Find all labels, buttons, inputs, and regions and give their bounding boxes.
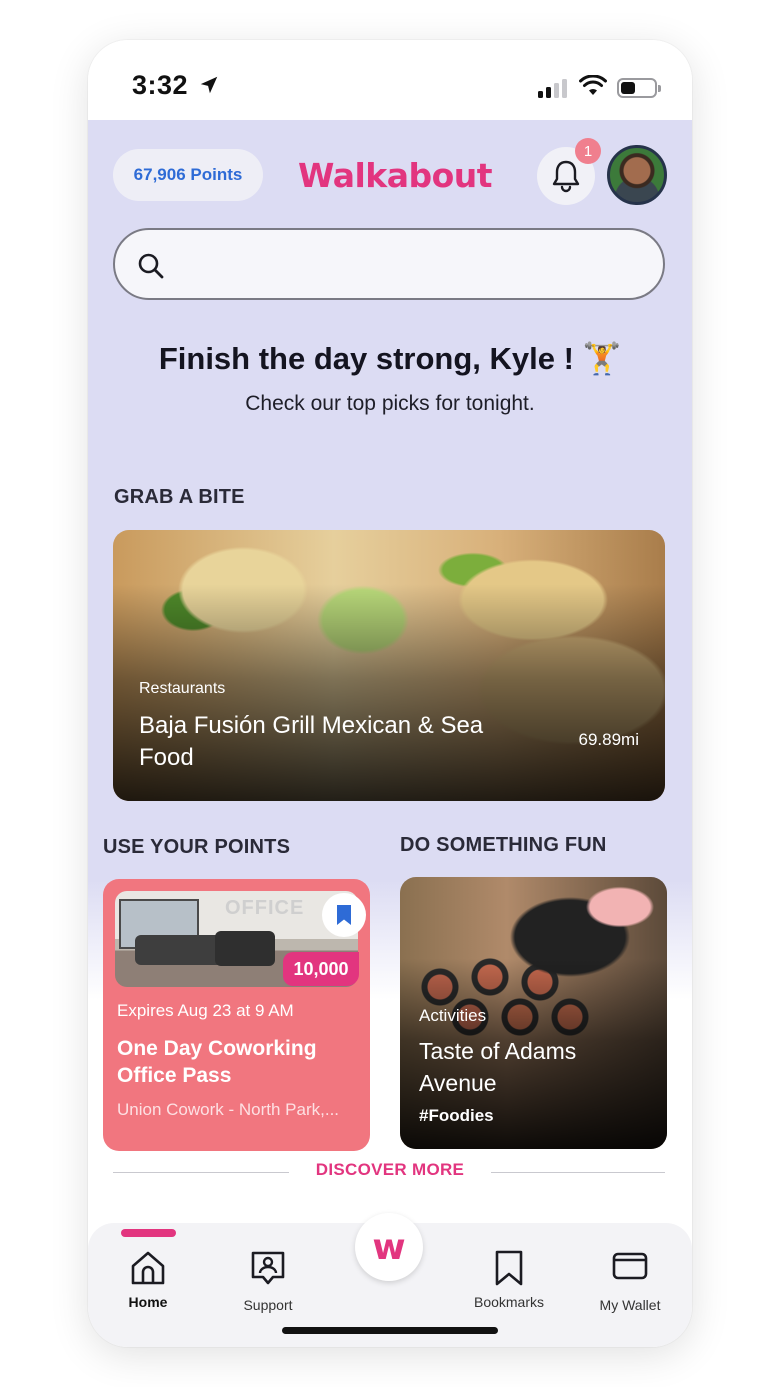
- greeting-title: Finish the day strong, Kyle ! 🏋: [158, 341, 622, 376]
- status-time: 3:32: [132, 70, 189, 100]
- notification-badge: 1: [575, 138, 601, 164]
- location-arrow-icon: [200, 76, 218, 94]
- section-title-do-something-fun: DO SOMETHING FUN: [400, 834, 607, 856]
- home-indicator: [282, 1327, 498, 1334]
- card-distance: 69.89mi: [578, 730, 639, 749]
- nav-label-bookmarks: Bookmarks: [473, 1294, 545, 1310]
- reward-expiry: Expires Aug 23 at 9 AM: [117, 1001, 294, 1020]
- greeting-subtitle: Check our top picks for tonight.: [245, 392, 535, 415]
- nav-bookmarks[interactable]: Bookmarks: [459, 1223, 559, 1323]
- reward-location: Union Cowork - North Park,...: [117, 1100, 340, 1119]
- nav-support[interactable]: Support: [218, 1223, 318, 1323]
- card-tag: #Foodies: [419, 1106, 494, 1125]
- points-cost-badge: 10,000: [283, 952, 359, 986]
- nav-home[interactable]: Home: [98, 1223, 198, 1323]
- walkabout-home-button[interactable]: w: [355, 1213, 423, 1281]
- nav-label-home: Home: [128, 1294, 168, 1310]
- bookmark-icon: [495, 1250, 523, 1286]
- battery-icon: [617, 78, 661, 98]
- divider-right: [491, 1172, 665, 1173]
- reward-image-sign: OFFICE: [225, 897, 305, 919]
- section-title-grab-a-bite: GRAB A BITE: [114, 486, 245, 508]
- points-balance[interactable]: 67,906 Points: [113, 149, 263, 201]
- discover-more-link[interactable]: DISCOVER MORE: [88, 1160, 692, 1180]
- walkabout-logo-icon: w: [372, 1226, 406, 1268]
- avatar[interactable]: [607, 145, 667, 205]
- home-screen: 67,906 Points Walkabout 1 Finish the day…: [88, 120, 692, 1270]
- search-icon: [138, 253, 164, 279]
- bookmark-icon: [337, 905, 351, 925]
- support-icon: [251, 1251, 285, 1285]
- search-input[interactable]: [113, 228, 665, 300]
- cellular-signal-icon: [538, 78, 567, 98]
- nav-label-support: Support: [243, 1297, 293, 1313]
- brand-logo: Walkabout: [298, 156, 493, 195]
- reward-card[interactable]: OFFICE 10,000 Expires Aug 23 at 9 AM One…: [103, 879, 370, 1151]
- card-category: Restaurants: [139, 680, 226, 697]
- card-category: Activities: [419, 1006, 487, 1025]
- bookmark-toggle-button[interactable]: [322, 893, 366, 937]
- bell-icon: [552, 160, 580, 193]
- home-icon: [131, 1251, 165, 1285]
- card-title: Baja Fusión Grill Mexican & Sea Food: [139, 712, 484, 771]
- nav-label-wallet: My Wallet: [599, 1297, 661, 1313]
- wallet-icon: [612, 1252, 648, 1280]
- nav-wallet[interactable]: My Wallet: [580, 1223, 680, 1323]
- wifi-icon: [579, 75, 607, 95]
- section-title-use-your-points: USE YOUR POINTS: [103, 836, 291, 858]
- activity-card[interactable]: Activities Taste of Adams Avenue #Foodie…: [400, 877, 667, 1149]
- restaurant-card[interactable]: Restaurants Baja Fusión Grill Mexican & …: [113, 530, 665, 801]
- phone-frame: 3:32 67,906 Points Walkabout 1 Finish th…: [88, 40, 692, 1347]
- card-title: Taste of Adams Avenue: [419, 1038, 577, 1096]
- reward-title: One Day Coworking Office Pass: [117, 1037, 317, 1087]
- status-bar: 3:32: [88, 40, 692, 120]
